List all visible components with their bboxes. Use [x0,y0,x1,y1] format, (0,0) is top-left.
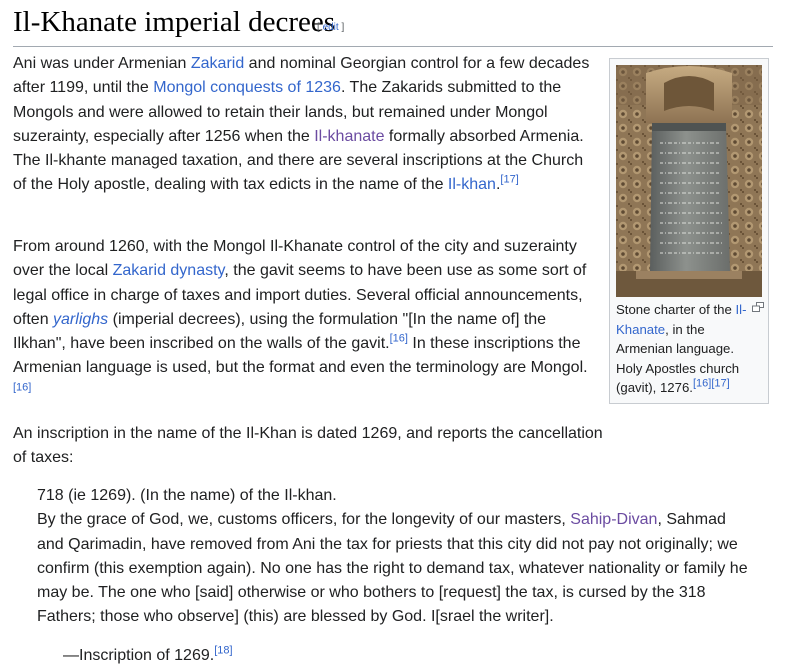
citation-18[interactable]: [18] [214,645,232,657]
link-sahip-divan[interactable]: Sahip-Divan [570,511,657,528]
link-il-khanate[interactable]: Il-khanate [314,128,384,145]
text: By the grace of God, we, customs officer… [37,511,571,529]
paragraph-inscription-intro: An inscription in the name of the Il-Kha… [13,425,603,467]
section-heading: Il-Khanate imperial decrees [ edit ] [13,2,773,47]
edit-section: [ edit ] [317,22,344,33]
quote-attribution: —Inscription of 1269.[18] [63,644,233,668]
citation-16[interactable]: [16] [693,378,711,390]
section-title: Il-Khanate imperial decrees [13,6,336,38]
edit-link[interactable]: edit [323,22,339,33]
stone-charter-image[interactable] [616,65,762,297]
text: Stone charter of the [616,302,736,317]
paragraph-gavit: From around 1260, with the Mongol Il-Kha… [13,235,598,405]
text: Inscription of 1269. [79,647,215,664]
em-dash: — [63,647,79,664]
inscription-quote: 718 (ie 1269). (In the name) of the Il-k… [37,484,757,630]
link-yarlighs[interactable]: yarlighs [53,311,108,328]
link-zakarid[interactable]: Zakarid [191,55,244,72]
quote-first-line: 718 (ie 1269). (In the name) of the Il-k… [37,487,337,504]
link-il-khan[interactable]: Il-khan [448,176,496,193]
link-mongol-conquests[interactable]: Mongol conquests of 1236 [153,79,341,96]
edit-bracket-close: ] [338,22,345,33]
paragraph-zakarid: Ani was under Armenian Zakarid and nomin… [13,52,598,198]
text: , Sahmad and Qarimadin, have removed fro… [37,511,748,626]
citation-17[interactable]: [17] [500,174,518,186]
figure-thumbnail: Stone charter of the Il-Khanate, in the … [609,58,769,404]
citation-16[interactable]: [16] [13,381,31,393]
figure-caption: Stone charter of the Il-Khanate, in the … [616,300,756,398]
citation-16[interactable]: [16] [390,333,408,345]
link-zakarid-dynasty[interactable]: Zakarid dynasty [113,262,225,279]
citation-17[interactable]: [17] [711,378,729,390]
text: Ani was under Armenian [13,55,191,72]
